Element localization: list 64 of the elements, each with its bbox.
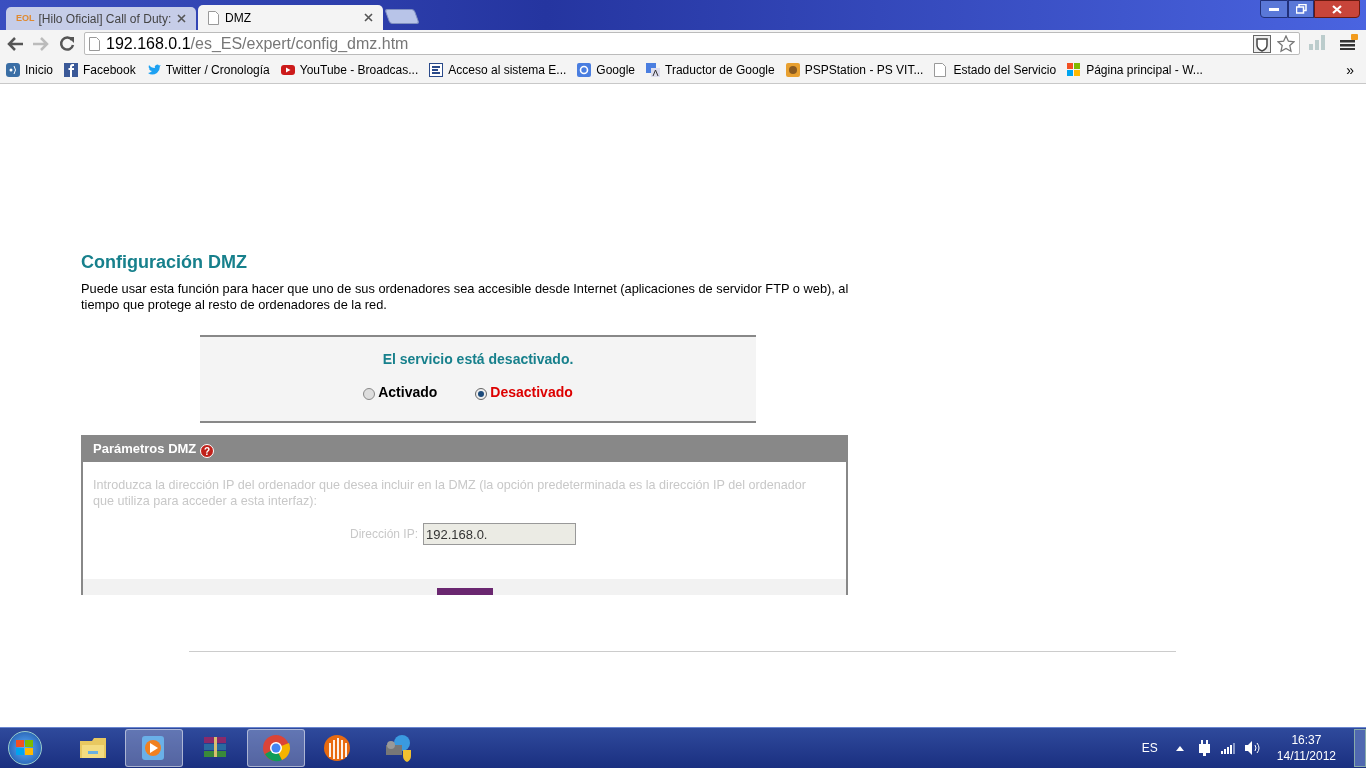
power-plug-icon[interactable] [1197, 740, 1211, 756]
description-text: Puede usar esta función para hacer que uno de sus ordenadores sea accesible desde Internet (aplicaciones de servidor FTP o web), al tiempo que protege al resto de ordenadores de la red. [81, 281, 850, 313]
radio-button[interactable] [475, 388, 488, 400]
browser-icon [261, 733, 291, 763]
language-indicator[interactable]: ES [1141, 739, 1158, 757]
page-icon [934, 63, 949, 77]
striped-circle-icon [322, 733, 352, 763]
network-signal-icon[interactable] [1220, 742, 1235, 754]
bookmark-link[interactable]: Google [577, 61, 636, 79]
bookmark-icon [64, 63, 78, 77]
tab-title: DMZ [225, 9, 252, 27]
restore-icon [1295, 4, 1307, 14]
url-text: 192.168.0.1/es_ES/expert/config_dmz.htm [106, 33, 409, 54]
status-message: El servicio está desactivado. [382, 350, 574, 369]
tab-title: [Hilo Oficial] Call of Duty: [38, 10, 173, 28]
browser-tab[interactable]: EOL [Hilo Oficial] Call of Duty: [6, 7, 196, 30]
bookmark-link[interactable]: YouTube - Broadcas... [280, 61, 419, 79]
new-tab-button[interactable] [384, 9, 420, 24]
page-heading: Configuración DMZ [81, 251, 248, 273]
address-bar[interactable]: 192.168.0.1/es_ES/expert/config_dmz.htm [84, 32, 1300, 55]
close-tab-icon[interactable] [177, 14, 186, 23]
bookmark-link[interactable]: Traductor de Google [646, 61, 775, 79]
radio-option[interactable]: Desactivado [475, 382, 573, 403]
radio-option[interactable]: Activado [363, 382, 438, 403]
bookmark-link[interactable]: Acceso al sistema E... [429, 61, 567, 79]
bookmark-icon [429, 63, 444, 77]
start-button[interactable] [8, 731, 42, 765]
minimize-icon [1269, 7, 1279, 11]
more-bookmarks-button[interactable]: » [1346, 59, 1354, 81]
bookmark-link[interactable]: Estado del Servicio [934, 61, 1057, 79]
browser-tab[interactable]: DMZ [198, 5, 383, 30]
bookmark-link[interactable]: Facebook [64, 61, 136, 79]
reload-icon[interactable] [58, 34, 76, 53]
back-icon[interactable] [6, 35, 24, 52]
bookmark-link[interactable]: PSPStation - PS VIT... [785, 61, 924, 79]
clock[interactable]: 16:37 14/11/2012 [1276, 732, 1336, 764]
volume-icon[interactable] [1244, 741, 1261, 755]
page-icon [89, 36, 100, 51]
close-icon [1332, 4, 1342, 14]
bookmark-icon [785, 63, 800, 77]
bookmark-icon [280, 63, 295, 77]
close-tab-icon[interactable] [364, 13, 373, 22]
bookmark-link[interactable]: Twitter / Cronología [146, 61, 270, 79]
star-icon[interactable] [1277, 34, 1295, 53]
minimize-button[interactable] [1260, 0, 1288, 18]
bookmark-link[interactable]: Inicio [6, 61, 53, 79]
bookmark-icon [1067, 63, 1082, 77]
menu-icon[interactable] [1340, 34, 1358, 50]
radio-button[interactable] [363, 388, 376, 400]
bookmark-icon [146, 63, 161, 77]
site-logo: EOL [16, 11, 35, 25]
close-button[interactable] [1314, 0, 1360, 18]
shield-icon[interactable] [1253, 34, 1271, 53]
page-icon [208, 10, 219, 25]
bookmark-icon [577, 63, 592, 77]
clock-date: 14/11/2012 [1276, 748, 1336, 764]
clock-time: 16:37 [1291, 732, 1322, 748]
restore-button[interactable] [1288, 0, 1314, 18]
bookmark-icon [6, 63, 20, 77]
bookmark-link[interactable]: Página principal - W... [1067, 61, 1203, 79]
windows-logo-icon [16, 740, 34, 756]
panel-title: Parámetros DMZ [93, 439, 197, 458]
bookmark-icon [646, 63, 661, 77]
show-hidden-icons-icon[interactable] [1175, 745, 1184, 751]
